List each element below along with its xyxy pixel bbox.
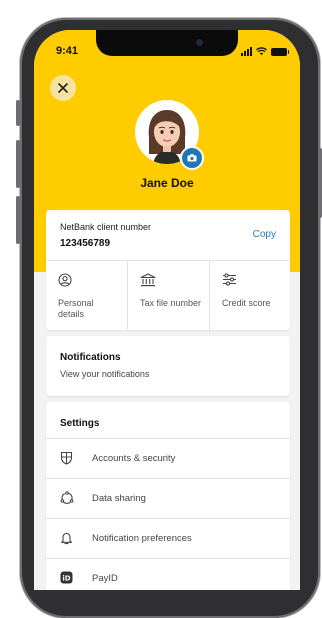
settings-item-label: PayID (92, 573, 118, 584)
settings-item-data-sharing[interactable]: Data sharing (46, 478, 290, 519)
shortcut-label: Credit score (222, 298, 271, 308)
power-button (318, 148, 322, 218)
person-circle-icon (58, 273, 72, 287)
signal-icon (241, 47, 252, 56)
settings-item-payid[interactable]: iD PayID (46, 558, 290, 590)
settings-item-label: Data sharing (92, 493, 146, 504)
shortcut-label: Personal details (58, 298, 94, 319)
client-number-label: NetBank client number (60, 222, 152, 232)
avatar-container[interactable] (135, 100, 204, 170)
shortcut-credit-score[interactable]: Credit score (210, 261, 291, 330)
sliders-icon (223, 273, 236, 286)
notifications-subtitle: View your notifications (60, 369, 150, 379)
phone-screen: 9:41 Jane Doe NetBank client number 1234… (34, 30, 300, 590)
shortcut-label: Tax file number (140, 298, 202, 308)
notifications-card[interactable]: Notifications View your notifications (46, 336, 290, 396)
notifications-title: Notifications (60, 352, 121, 363)
status-icons (241, 46, 289, 56)
shortcut-personal-details[interactable]: Personal details (46, 261, 127, 330)
front-camera (196, 39, 203, 46)
bell-icon (60, 532, 73, 545)
settings-item-label: Notification preferences (92, 533, 192, 544)
copy-button[interactable]: Copy (253, 229, 276, 240)
client-number-card: NetBank client number 123456789 Copy Per… (46, 210, 290, 330)
settings-title: Settings (60, 418, 100, 429)
camera-icon (187, 154, 197, 162)
client-number-value: 123456789 (60, 238, 111, 249)
data-sharing-icon (60, 491, 74, 504)
battery-icon (271, 48, 289, 56)
close-button[interactable] (50, 75, 76, 101)
shortcut-tax-file-number[interactable]: Tax file number (128, 261, 209, 330)
status-time: 9:41 (56, 45, 79, 57)
shield-icon (60, 451, 73, 465)
volume-down-button (16, 196, 20, 244)
wifi-icon (256, 47, 267, 56)
settings-item-label: Accounts & security (92, 453, 176, 464)
close-icon (58, 83, 68, 93)
profile-name: Jane Doe (140, 176, 194, 190)
svg-text:iD: iD (62, 574, 70, 582)
settings-item-notification-preferences[interactable]: Notification preferences (46, 518, 290, 559)
bank-building-icon (140, 273, 156, 287)
mute-switch (16, 100, 20, 126)
notch (96, 30, 238, 56)
volume-up-button (16, 140, 20, 188)
settings-item-accounts-security[interactable]: Accounts & security (46, 438, 290, 479)
change-photo-button[interactable] (180, 146, 204, 170)
settings-card: Settings Accounts & security Data sharin… (46, 402, 290, 590)
payid-icon: iD (60, 571, 73, 584)
